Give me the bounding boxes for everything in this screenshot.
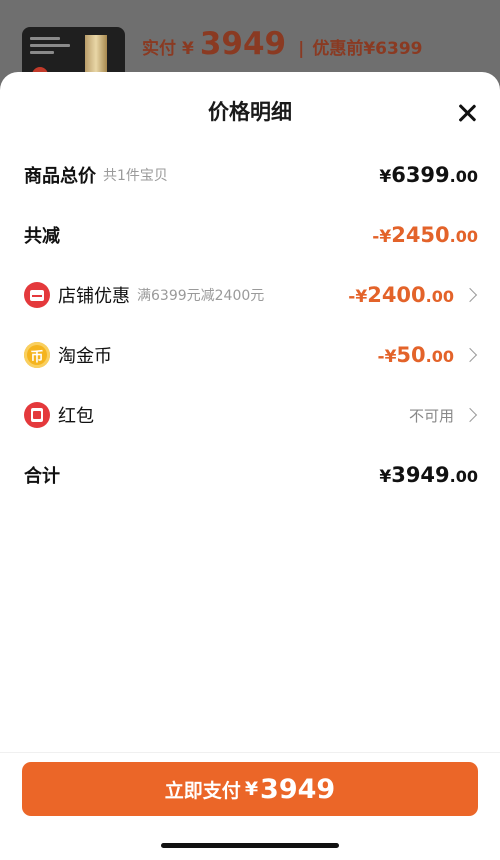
- yen-sign: ¥: [384, 347, 397, 367]
- grand-total-row: 合计 ¥ 3949 .00: [24, 455, 478, 495]
- price-separator: |: [298, 39, 305, 59]
- row-amount: - ¥ 50 .00: [378, 343, 454, 367]
- row-label: 商品总价: [24, 166, 96, 187]
- row-label: 淘金币: [58, 346, 112, 367]
- minus-sign: -: [377, 347, 385, 367]
- paid-yen: ¥: [182, 39, 194, 59]
- red-packet-row[interactable]: 红包 不可用: [24, 395, 478, 435]
- row-label: 店铺优惠: [58, 286, 130, 307]
- row-label: 红包: [58, 406, 94, 427]
- amount-integer: 3949: [391, 463, 450, 487]
- pay-button-amount: 3949: [260, 773, 336, 805]
- yen-sign: ¥: [379, 167, 392, 187]
- before-discount-price: 优惠前¥6399: [312, 39, 423, 59]
- amount-decimal: .00: [449, 227, 478, 246]
- item-count: 共1件宝贝: [103, 168, 168, 184]
- price-detail-sheet: 价格明细 商品总价 共1件宝贝 ¥ 6399 .00 共减 - ¥ 2450 .…: [0, 72, 500, 860]
- amount-integer: 2450: [391, 223, 450, 247]
- pay-button-label: 立即支付: [164, 779, 241, 802]
- chevron-right-icon: [462, 407, 478, 423]
- shop-discount-row[interactable]: 店铺优惠 满6399元减2400元 - ¥ 2400 .00: [24, 275, 478, 315]
- amount-decimal: .00: [449, 167, 478, 186]
- row-amount: - ¥ 2400 .00: [348, 283, 454, 307]
- shop-icon: [24, 282, 50, 308]
- row-label: 合计: [24, 466, 60, 487]
- unavailable-status: 不可用: [408, 406, 454, 425]
- chevron-right-icon: [462, 287, 478, 303]
- yen-sign: ¥: [355, 287, 368, 307]
- yen-sign: ¥: [379, 227, 392, 247]
- row-amount: ¥ 6399 .00: [379, 163, 478, 187]
- pay-button-yen: ¥: [244, 778, 259, 800]
- minus-sign: -: [372, 227, 380, 247]
- chevron-right-icon: [462, 347, 478, 363]
- amount-decimal: .00: [425, 347, 454, 366]
- close-icon[interactable]: [456, 102, 478, 124]
- amount-integer: 2400: [367, 283, 426, 307]
- background-paid-price: 实付 ¥ 3949 | 优惠前¥6399: [142, 26, 423, 62]
- footer-divider: [0, 752, 500, 753]
- row-label: 共减: [24, 226, 60, 247]
- total-discount-row: 共减 - ¥ 2450 .00: [24, 215, 478, 255]
- coin-icon: 币: [24, 342, 50, 368]
- amount-decimal: .00: [449, 467, 478, 486]
- row-amount: ¥ 3949 .00: [379, 463, 478, 487]
- yen-sign: ¥: [379, 467, 392, 487]
- paid-label: 实付: [142, 39, 176, 59]
- sheet-title: 价格明细: [208, 100, 292, 124]
- discount-rule: 满6399元减2400元: [137, 288, 265, 304]
- amount-integer: 6399: [391, 163, 450, 187]
- home-indicator[interactable]: [161, 843, 339, 848]
- taojinbi-row[interactable]: 币 淘金币 - ¥ 50 .00: [24, 335, 478, 375]
- total-goods-price-row: 商品总价 共1件宝贝 ¥ 6399 .00: [24, 155, 478, 195]
- row-amount: - ¥ 2450 .00: [372, 223, 478, 247]
- paid-amount: 3949: [199, 26, 287, 62]
- minus-sign: -: [348, 287, 356, 307]
- amount-integer: 50: [396, 343, 426, 367]
- amount-decimal: .00: [425, 287, 454, 306]
- pay-now-button[interactable]: 立即支付 ¥ 3949: [22, 762, 478, 816]
- red-packet-icon: [24, 402, 50, 428]
